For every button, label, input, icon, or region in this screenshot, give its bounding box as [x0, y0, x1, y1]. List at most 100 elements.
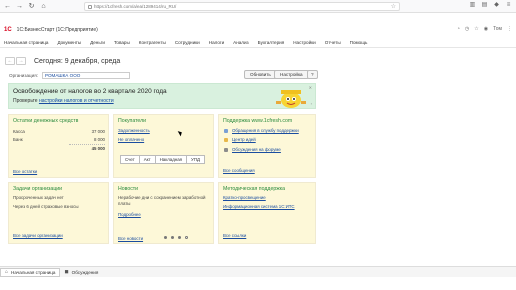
user-icon[interactable]: ◉ [484, 26, 488, 32]
star-icon[interactable]: ☆ [474, 26, 478, 32]
menu-item[interactable]: Бухгалтерия [258, 40, 285, 45]
org-label: Организация: [9, 72, 38, 78]
tab-act[interactable]: Акт [138, 155, 156, 164]
extension-icon[interactable]: ◆ [493, 2, 500, 9]
carousel-dot[interactable] [171, 236, 174, 239]
window-title: 1С:БизнесСтарт (1С:Предприятие) [16, 27, 98, 33]
banner-title: Освобождение от налогов во 2 квартале 20… [13, 88, 167, 95]
user-name[interactable]: Том [493, 26, 502, 32]
cash-all-link[interactable]: Все остатки [13, 169, 37, 174]
bell-icon[interactable]: ◔ [457, 26, 460, 32]
history-icon[interactable]: ◷ [465, 26, 469, 32]
forward-icon[interactable]: → [15, 2, 24, 11]
total-divider [69, 144, 105, 145]
tab-upd[interactable]: УПД [186, 155, 205, 164]
tasks-line: Просроченных задач нет [13, 195, 64, 200]
org-row: Организация: РОМАШКА ООО Обновить Настро… [0, 70, 516, 80]
chat-icon: ◼ [64, 269, 69, 275]
tab-discussions[interactable]: ◼ Обсуждения [60, 268, 102, 277]
settings-button[interactable]: Настройка [274, 70, 309, 79]
menu-item[interactable]: Контрагенты [139, 40, 166, 45]
tasks-line[interactable]: Через 6 дней страховые взносы [13, 204, 79, 209]
carousel-dot[interactable] [185, 236, 188, 239]
main-menu: Начальная страница Документы Деньги Това… [0, 38, 516, 48]
help-button[interactable]: ? [307, 70, 318, 79]
support-tickets-link[interactable]: Обращения в службу поддержки [232, 128, 299, 133]
nav-forward-button[interactable]: → [16, 57, 26, 65]
app-logo: 1С [4, 27, 12, 33]
menu-item[interactable]: Деньги [90, 40, 105, 45]
support-all-link[interactable]: Все сообщения [223, 168, 255, 173]
home-icon: ⌂ [5, 269, 9, 275]
tab-discussions-label: Обсуждения [71, 269, 99, 275]
menu-item[interactable]: Начальная страница [4, 40, 48, 45]
bank-row-value[interactable]: 8 000 [65, 137, 105, 142]
news-title[interactable]: Новости [118, 186, 138, 192]
its-link[interactable]: Информационная система 1С:ИТС [223, 204, 295, 209]
tax-banner: Освобождение от налогов во 2 квартале 20… [8, 83, 316, 109]
mascot-image [276, 90, 306, 108]
library-icon[interactable]: ▥ [469, 2, 476, 9]
banner-sub-prefix: Проверьте [13, 98, 39, 104]
tab-home-label: Начальная страница [11, 269, 56, 275]
menu-item[interactable]: Налоги [209, 40, 224, 45]
cash-row-label: Касса [13, 129, 25, 134]
method-link[interactable]: Кратко-просвещение [223, 195, 266, 200]
cash-title[interactable]: Остатки денежных средств [13, 118, 78, 124]
back-icon[interactable]: ← [3, 2, 12, 11]
close-icon[interactable]: ✕ [309, 85, 312, 90]
page-header: ← → Сегодня: 9 декабря, среда [0, 54, 516, 68]
news-text: Нерабочие дни с сохранением заработной [118, 195, 206, 200]
menu-item[interactable]: Товары [114, 40, 130, 45]
unpaid-link[interactable]: Не оплачено [118, 137, 144, 142]
lightbulb-icon [224, 138, 228, 142]
cash-row-value[interactable]: 37 000 [65, 129, 105, 134]
menu-item[interactable]: Анализ [233, 40, 249, 45]
ideas-link[interactable]: Центр идей [232, 137, 256, 142]
support-panel: Поддержка www.1cfresh.com Обращения в сл… [218, 114, 316, 178]
menu-icon[interactable]: ≡ [505, 2, 512, 9]
bottom-tabs: ⌂ Начальная страница ◼ Обсуждения [0, 266, 516, 277]
address-bar[interactable]: https://1cfresh.com/a/ea/1289414/ru_RU/ … [84, 2, 400, 11]
bank-row-label: Банк [13, 137, 23, 142]
settings-icon[interactable]: ⋮ [507, 26, 512, 32]
menu-item[interactable]: Отчеты [325, 40, 341, 45]
menu-item[interactable]: Помощь [350, 40, 368, 45]
bookmark-star-icon[interactable]: ☆ [391, 3, 396, 10]
banner-link[interactable]: настройки налогов и отчетности [39, 98, 114, 104]
nav-back-button[interactable]: ← [5, 57, 15, 65]
forum-link[interactable]: Обсуждения на форуме [232, 147, 281, 152]
home-icon[interactable]: ⌂ [39, 2, 48, 11]
news-more-link[interactable]: Подробнее [118, 212, 141, 217]
method-panel: Методическая поддержка Кратко-просвещени… [218, 182, 316, 244]
news-all-link[interactable]: Все новости [118, 236, 143, 241]
tab-waybill[interactable]: Накладная [154, 155, 188, 164]
tab-invoice[interactable]: Счет [120, 155, 140, 164]
tasks-title[interactable]: Задачи организации [13, 186, 62, 192]
forum-icon [224, 148, 228, 152]
next-arrow-icon[interactable]: › [311, 101, 312, 106]
refresh-button[interactable]: Обновить [244, 70, 277, 79]
sidebar-icon[interactable]: ▤ [481, 2, 488, 9]
carousel-dot[interactable] [164, 236, 167, 239]
method-all-link[interactable]: Все ссылки [223, 233, 246, 238]
tasks-panel: Задачи организации Просроченных задач не… [8, 182, 109, 244]
menu-item[interactable]: Настройки [293, 40, 316, 45]
debt-link[interactable]: Задолженность [118, 128, 150, 133]
menu-item[interactable]: Сотрудники [175, 40, 200, 45]
org-field[interactable]: РОМАШКА ООО [41, 71, 130, 79]
tab-home[interactable]: ⌂ Начальная страница [0, 267, 61, 277]
cash-total: 45 000 [91, 146, 105, 151]
support-title[interactable]: Поддержка www.1cfresh.com [223, 118, 292, 124]
menu-item[interactable]: Документы [57, 40, 81, 45]
carousel-dots [164, 236, 188, 239]
buyers-title[interactable]: Покупатели [118, 118, 146, 124]
tasks-all-link[interactable]: Все задачи организации [13, 233, 63, 238]
method-title[interactable]: Методическая поддержка [223, 186, 285, 192]
buyers-panel: Покупатели Задолженность Не оплачено [113, 114, 214, 178]
reload-icon[interactable]: ↻ [27, 2, 36, 11]
lock-icon [88, 4, 92, 9]
page-title: Сегодня: 9 декабря, среда [34, 57, 121, 65]
news-panel: Новости Нерабочие дни с сохранением зара… [113, 182, 214, 244]
carousel-dot[interactable] [178, 236, 181, 239]
